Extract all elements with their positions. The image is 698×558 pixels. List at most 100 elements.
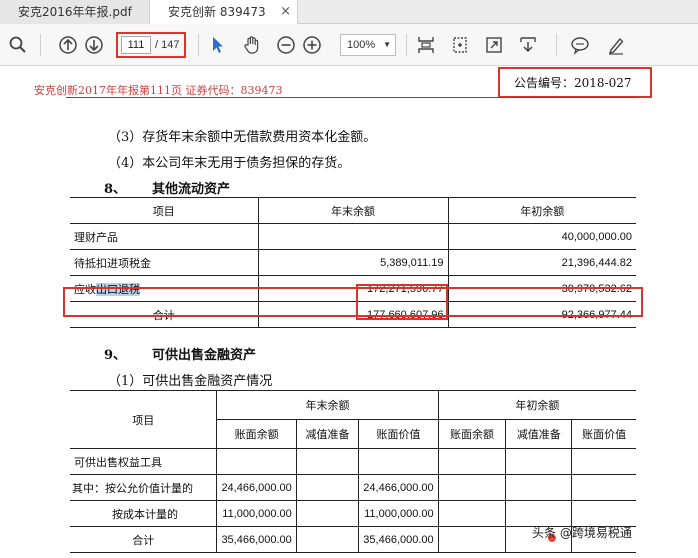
chevron-down-icon: ▼: [383, 40, 391, 49]
table-row: 可供出售权益工具: [70, 448, 636, 475]
row-item: 其中：按公允价值计量的: [70, 474, 218, 501]
cell: [295, 500, 360, 527]
highlight-pen-icon[interactable]: [604, 33, 628, 57]
table-total-row: 合计 177,660,607.96 92,366,977.44: [70, 301, 636, 328]
header-rule: [66, 97, 636, 98]
cell: 24,466,000.00: [216, 474, 297, 501]
toolbar-divider: [198, 34, 199, 56]
section-8-title: 其他流动资产: [152, 182, 231, 197]
zoom-value: 100%: [347, 39, 376, 51]
column-header: 项目: [70, 390, 218, 449]
search-icon[interactable]: [6, 33, 30, 57]
cell: [571, 474, 636, 501]
year-end-value: [257, 223, 449, 250]
annotation-box-announcement: [498, 67, 652, 98]
table-header-row: 项目 年末余额 年初余额: [70, 197, 636, 224]
column-header: 账面余额: [216, 419, 297, 449]
rotate-icon[interactable]: [448, 33, 472, 57]
section-8-number: 8、: [104, 182, 127, 197]
cell: [216, 448, 297, 475]
table-row: 理财产品 40,000,000.00: [70, 223, 636, 250]
year-end-value: 177,660,607.96: [257, 301, 449, 328]
annotate-icon[interactable]: [516, 33, 540, 57]
row-item: 应收出口退税: [70, 275, 259, 302]
section-9-number: 9、: [104, 348, 127, 363]
fit-page-icon[interactable]: [414, 33, 438, 57]
cell: 11,000,000.00: [216, 500, 297, 527]
row-item-prefix: 应收: [74, 282, 96, 296]
select-cursor-icon[interactable]: [206, 33, 230, 57]
cell: [295, 448, 360, 475]
column-header: 账面价值: [358, 419, 439, 449]
cell: [437, 448, 507, 475]
group-header-year-end: 年末余额: [216, 390, 439, 420]
cell: [505, 474, 573, 501]
document-page: 安克创新2017年年报第111页 证券代码：839473 公告编号：2018-0…: [0, 66, 698, 558]
other-current-assets-table: 项目 年末余额 年初余额 理财产品 40,000,000.00 待抵扣进项税金 …: [70, 197, 636, 328]
row-item: 按成本计量的: [70, 500, 218, 527]
cell: 35,466,000.00: [358, 526, 439, 553]
page-number-input[interactable]: 111: [121, 36, 151, 54]
paragraph-inventory-3: （3）存货年末余额中无借款费用资本化金额。: [108, 130, 377, 145]
hand-tool-icon[interactable]: [240, 33, 264, 57]
column-header: 项目: [70, 197, 259, 224]
tab-anker-839473[interactable]: 安克创新 839473 ×: [150, 0, 298, 24]
selected-text[interactable]: 出口退税: [96, 282, 140, 296]
year-start-value: 92,366,977.44: [447, 301, 636, 328]
comment-icon[interactable]: [568, 33, 592, 57]
cell: [571, 500, 636, 527]
row-item: 待抵扣进项税金: [70, 249, 259, 276]
section-9-title: 可供出售金融资产: [152, 348, 257, 363]
row-item: 合计: [70, 526, 218, 553]
subsection-9-1: （1）可供出售金融资产情况: [108, 374, 273, 389]
cell: [505, 500, 573, 527]
year-end-value: 5,389,011.19: [257, 249, 449, 276]
zoom-out-icon[interactable]: [274, 33, 298, 57]
table-row-export-tax-refund: 应收出口退税 172,271,596.77 30,970,532.62: [70, 275, 636, 302]
page-header-left: 安克创新2017年年报第111页 证券代码：839473: [34, 84, 283, 97]
cell: [437, 474, 507, 501]
page-down-icon[interactable]: [82, 33, 106, 57]
column-header: 减值准备: [295, 419, 360, 449]
tab-label: 安克2016年年报.pdf: [18, 5, 132, 19]
group-header-year-start: 年初余额: [437, 390, 636, 420]
toolbar-divider: [40, 34, 41, 56]
year-end-value: 172,271,596.77: [257, 275, 449, 302]
page-navigator: 111 / 147: [116, 32, 186, 58]
close-icon[interactable]: ×: [280, 0, 291, 24]
tab-bar: 安克2016年年报.pdf 安克创新 839473 ×: [0, 0, 698, 24]
year-start-value: 21,396,444.82: [447, 249, 636, 276]
row-item: 可供出售权益工具: [70, 448, 218, 475]
cell: [437, 500, 507, 527]
row-item: 合计: [70, 301, 259, 328]
cell: 24,466,000.00: [358, 474, 439, 501]
toolbar-divider: [406, 34, 407, 56]
tab-label: 安克创新 839473: [168, 5, 266, 19]
cell: 11,000,000.00: [358, 500, 439, 527]
zoom-select[interactable]: 100% ▼: [340, 34, 396, 56]
page-up-icon[interactable]: [56, 33, 80, 57]
column-header: 年初余额: [447, 197, 636, 224]
fullscreen-icon[interactable]: [482, 33, 506, 57]
table-row: 待抵扣进项税金 5,389,011.19 21,396,444.82: [70, 249, 636, 276]
table-row: 其中：按公允价值计量的 24,466,000.00 24,466,000.00: [70, 474, 636, 501]
toolbar: 111 / 147 100% ▼: [0, 24, 698, 66]
year-start-value: 40,000,000.00: [447, 223, 636, 250]
table-group-header-row: 项目 年末余额 年初余额: [70, 390, 636, 449]
cell: [358, 448, 439, 475]
year-start-value: 30,970,532.62: [447, 275, 636, 302]
column-header: 年末余额: [257, 197, 449, 224]
paragraph-inventory-4: （4）本公司年末无用于债务担保的存货。: [108, 156, 351, 171]
cell: [295, 474, 360, 501]
zoom-in-icon[interactable]: [300, 33, 324, 57]
cell: [295, 526, 360, 553]
cell: 35,466,000.00: [216, 526, 297, 553]
tab-annual-report-2016[interactable]: 安克2016年年报.pdf: [0, 0, 150, 24]
column-header: 减值准备: [505, 419, 573, 449]
cell: [437, 526, 507, 553]
cell: [571, 448, 636, 475]
cell: [505, 448, 573, 475]
column-header: 账面余额: [437, 419, 507, 449]
column-header: 账面价值: [571, 419, 636, 449]
row-item: 理财产品: [70, 223, 259, 250]
